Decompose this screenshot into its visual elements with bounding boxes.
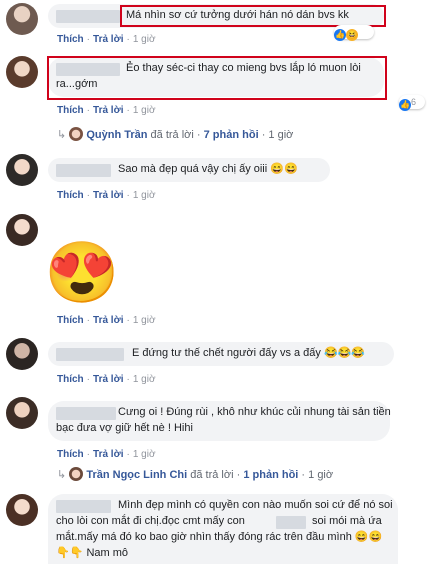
avatar[interactable] — [6, 56, 38, 88]
reaction-badge[interactable]: 👍 😆 — [334, 25, 374, 41]
comment-actions: Thích · Trả lời · 1 giờ — [57, 449, 156, 460]
like-link[interactable]: Thích — [57, 449, 84, 460]
comment-time[interactable]: 1 giờ — [133, 105, 156, 116]
redacted-name — [56, 10, 120, 23]
comment-actions: Thích · Trả lời · 1 giờ — [57, 105, 156, 116]
redacted-name — [56, 348, 124, 361]
comment-time[interactable]: 1 giờ — [133, 449, 156, 460]
like-reaction-icon: 👍 — [399, 99, 411, 111]
avatar[interactable] — [6, 494, 38, 526]
reaction-count: 6 — [411, 97, 417, 107]
comment-actions: Thích · Trả lời · 1 giờ — [57, 190, 156, 201]
avatar — [69, 127, 84, 141]
avatar[interactable] — [6, 338, 38, 370]
comment-bubble: Mình đẹp mình có quyền con nào muốn soi … — [48, 494, 398, 564]
comment-actions: Thích · Trả lời · 1 giờ — [57, 374, 156, 385]
sticker-heart-eyes: 😍 — [44, 239, 120, 306]
avatar[interactable] — [6, 397, 38, 429]
reply-arrow-icon: ↳ — [57, 469, 67, 481]
like-link[interactable]: Thích — [57, 34, 84, 45]
like-link[interactable]: Thích — [57, 315, 84, 326]
reply-time: 1 giờ — [308, 469, 334, 481]
haha-reaction-icon: 😆 — [346, 29, 358, 41]
redacted-name — [56, 407, 116, 420]
comment-time[interactable]: 1 giờ — [133, 190, 156, 201]
avatar[interactable] — [6, 154, 38, 186]
comment-text: mắt.mấy má đó ko bao giờ nhìn thấy đóng … — [56, 531, 383, 543]
redacted-name — [56, 164, 111, 177]
highlight-box — [120, 5, 386, 27]
avatar[interactable] — [6, 3, 38, 35]
comment-text: Mình đẹp mình có quyền con nào muốn soi … — [118, 499, 393, 511]
comment-actions: Thích · Trả lời · 1 giờ — [57, 315, 156, 326]
reply-link[interactable]: Trả lời — [93, 105, 123, 116]
reply-link[interactable]: Trả lời — [93, 190, 123, 201]
reply-link[interactable]: Trả lời — [93, 374, 123, 385]
emoji: 😄😄 — [270, 163, 298, 175]
redacted-name — [276, 516, 306, 529]
comment-text: soi mói mà ứa — [312, 515, 382, 527]
comment-text: cho lòi con mắt đi chị.đọc cmt mấy con — [56, 515, 245, 527]
comment-text: E đứng tư thế chết người đấy vs a đấy 😂😂… — [132, 347, 366, 359]
highlight-box — [47, 56, 387, 100]
reply-link[interactable]: Trả lời — [93, 449, 123, 460]
like-link[interactable]: Thích — [57, 374, 84, 385]
comment-text: Sao mà đẹp quá vậy chị ấy oiii 😄😄 — [118, 163, 298, 175]
emoji: 😄😄 — [354, 531, 383, 543]
comment-time[interactable]: 1 giờ — [133, 34, 156, 45]
like-link[interactable]: Thích — [57, 190, 84, 201]
comment-bubble: Sao mà đẹp quá vậy chị ấy oiii 😄😄 — [48, 158, 330, 182]
comment-bubble: Cưng oi ! Đúng rùi , khô như khúc củi nh… — [48, 401, 391, 441]
reply-arrow-icon: ↳ — [57, 129, 67, 141]
like-reaction-icon: 👍 — [334, 29, 346, 41]
reply-link[interactable]: Trả lời — [93, 315, 123, 326]
reply-count[interactable]: 7 phản hồi — [204, 129, 259, 141]
avatar — [69, 467, 84, 481]
avatar[interactable] — [6, 214, 38, 246]
comment-bubble: E đứng tư thế chết người đấy vs a đấy 😂😂… — [48, 342, 394, 366]
redacted-name — [56, 500, 111, 513]
reply-time: 1 giờ — [268, 129, 294, 141]
comment-time[interactable]: 1 giờ — [133, 315, 156, 326]
reply-author[interactable]: Trần Ngọc Linh Chi — [86, 469, 187, 481]
like-link[interactable]: Thích — [57, 105, 84, 116]
reply-author[interactable]: Quỳnh Trần — [86, 129, 147, 141]
view-replies-row[interactable]: ↳ Quỳnh Trần đã trả lời · 7 phản hồi · 1… — [57, 127, 293, 141]
reply-link[interactable]: Trả lời — [93, 34, 123, 45]
reply-count[interactable]: 1 phản hồi — [243, 469, 298, 481]
emoji: 👇👇 — [56, 547, 84, 559]
comment-text: Cưng oi ! Đúng rùi , khô như khúc củi nh… — [118, 406, 391, 418]
emoji: 😂😂😂 — [323, 347, 366, 359]
view-replies-row[interactable]: ↳ Trần Ngọc Linh Chi đã trả lời · 1 phản… — [57, 467, 333, 481]
comment-time[interactable]: 1 giờ — [133, 374, 156, 385]
reaction-badge[interactable]: 👍6 — [399, 95, 425, 111]
comment-actions: Thích · Trả lời · 1 giờ — [57, 34, 156, 45]
comment-text: bạc đưa vợ giữ hết nè ! Hihi — [56, 422, 193, 434]
